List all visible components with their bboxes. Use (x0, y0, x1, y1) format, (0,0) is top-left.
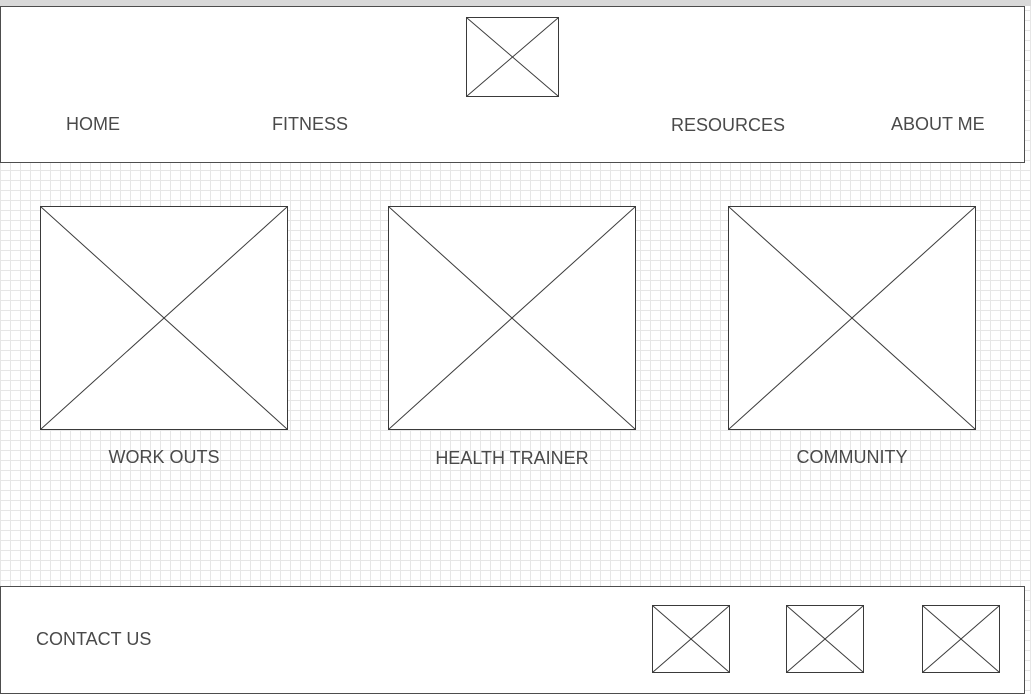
nav-resources-link[interactable]: RESOURCES (671, 115, 785, 135)
health-trainer-card-label[interactable]: HEALTH TRAINER (388, 448, 636, 468)
nav-about-me-link[interactable]: ABOUT ME (891, 114, 985, 134)
community-card-label[interactable]: COMMUNITY (728, 447, 976, 467)
community-image-placeholder-icon[interactable] (728, 206, 976, 430)
logo-image-placeholder-icon[interactable] (466, 17, 559, 97)
workouts-card-label[interactable]: WORK OUTS (40, 447, 288, 467)
health-trainer-image-placeholder-icon[interactable] (388, 206, 636, 430)
header-bar: HOME FITNESS RESOURCES ABOUT ME (0, 6, 1025, 163)
workouts-image-placeholder-icon[interactable] (40, 206, 288, 430)
footer-bar: CONTACT US (0, 586, 1025, 694)
social-image-placeholder-icon-1[interactable] (652, 605, 730, 673)
contact-us-link[interactable]: CONTACT US (36, 629, 151, 649)
nav-home-link[interactable]: HOME (66, 114, 120, 134)
social-image-placeholder-icon-3[interactable] (922, 605, 1000, 673)
nav-fitness-link[interactable]: FITNESS (272, 114, 348, 134)
social-image-placeholder-icon-2[interactable] (786, 605, 864, 673)
